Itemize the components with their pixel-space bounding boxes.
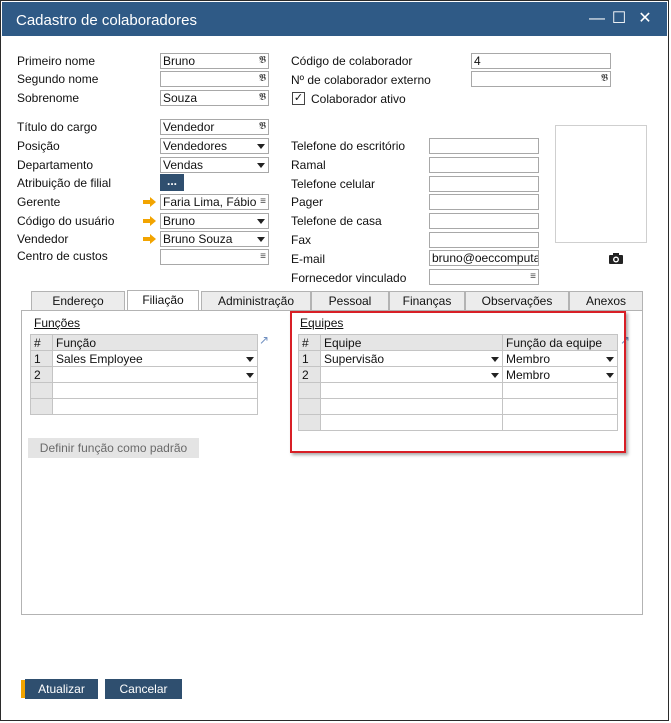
cancel-button[interactable]: Cancelar [105, 679, 182, 699]
expand-icon[interactable]: ↗ [259, 334, 269, 346]
link-arrow-icon[interactable] [143, 216, 156, 226]
table-row[interactable] [30, 398, 258, 415]
column-header: # [30, 334, 53, 351]
table-row[interactable] [30, 382, 258, 399]
home-phone-field[interactable] [429, 213, 539, 229]
external-employee-no-field[interactable]: 𝕭 [471, 71, 611, 87]
translate-icon[interactable]: 𝕭 [259, 91, 266, 105]
last-name-field[interactable]: Souza 𝕭 [160, 90, 269, 106]
translate-icon[interactable]: 𝕭 [601, 72, 608, 86]
tab-membership[interactable]: Filiação [127, 290, 199, 311]
sales-employee-dropdown[interactable]: Bruno Souza [160, 231, 269, 247]
extension-label: Ramal [291, 158, 326, 172]
branch-assignment-label: Atribuição de filial [17, 176, 112, 190]
office-phone-label: Telefone do escritório [291, 139, 406, 153]
roles-section-title: Funções [34, 316, 81, 330]
tab-personal[interactable]: Pessoal [311, 291, 389, 310]
highlight-box [290, 311, 626, 453]
employee-code-label: Código de colaborador [291, 54, 413, 68]
table-header-row: # Função [30, 334, 258, 351]
linked-vendor-field[interactable]: ≡ [429, 269, 539, 285]
row-number: 1 [30, 350, 53, 367]
mobile-phone-label: Telefone celular [291, 177, 376, 191]
employee-photo[interactable] [555, 125, 647, 243]
cost-center-label: Centro de custos [17, 249, 108, 263]
translate-icon[interactable]: 𝕭 [259, 54, 266, 68]
employee-master-window: Cadastro de colaboradores — ☐ ✕ Primeiro… [0, 0, 669, 721]
maximize-icon[interactable]: ☐ [608, 8, 630, 30]
camera-icon[interactable] [608, 252, 624, 265]
job-title-field[interactable]: Vendedor 𝕭 [160, 119, 269, 135]
tab-attachments[interactable]: Anexos [569, 291, 643, 310]
manager-label: Gerente [17, 195, 61, 209]
fax-field[interactable] [429, 232, 539, 248]
employee-code-field[interactable]: 4 [471, 53, 611, 69]
job-title-label: Título do cargo [17, 120, 98, 134]
window-title: Cadastro de colaboradores [16, 12, 197, 29]
linked-vendor-label: Fornecedor vinculado [291, 271, 407, 285]
table-row[interactable]: 2 [30, 366, 258, 383]
mobile-phone-field[interactable] [429, 176, 539, 192]
middle-name-field[interactable]: 𝕭 [160, 71, 269, 87]
column-header: Função [52, 334, 258, 351]
middle-name-label: Segundo nome [17, 72, 99, 86]
extension-field[interactable] [429, 157, 539, 173]
office-phone-field[interactable] [429, 138, 539, 154]
list-icon[interactable]: ≡ [260, 250, 266, 264]
role-cell[interactable] [52, 382, 258, 399]
user-code-dropdown[interactable]: Bruno [160, 213, 269, 229]
tab-strip: Endereço Filiação Administração Pessoal … [31, 290, 643, 311]
pager-field[interactable] [429, 194, 539, 210]
manager-field[interactable]: Faria Lima, Fábio ≡ [160, 194, 269, 210]
row-number [30, 398, 53, 415]
home-phone-label: Telefone de casa [291, 214, 382, 228]
translate-icon[interactable]: 𝕭 [259, 72, 266, 86]
first-name-label: Primeiro nome [17, 54, 96, 68]
list-icon[interactable]: ≡ [530, 270, 536, 284]
last-name-label: Sobrenome [17, 91, 80, 105]
list-icon[interactable]: ≡ [260, 195, 266, 209]
link-arrow-icon[interactable] [143, 197, 156, 207]
title-bar[interactable]: Cadastro de colaboradores — ☐ ✕ [2, 2, 667, 36]
department-label: Departamento [17, 158, 94, 172]
row-number: 2 [30, 366, 53, 383]
user-code-label: Código do usuário [17, 214, 115, 228]
tab-administration[interactable]: Administração [201, 291, 311, 310]
link-arrow-icon[interactable] [143, 234, 156, 244]
pager-label: Pager [291, 195, 324, 209]
external-employee-no-label: Nº de colaborador externo [291, 73, 431, 87]
set-default-role-button[interactable]: Definir função como padrão [28, 438, 199, 458]
close-icon[interactable]: ✕ [634, 8, 656, 30]
position-label: Posição [17, 139, 60, 153]
branch-assignment-button[interactable]: ... [160, 174, 184, 191]
email-field[interactable]: bruno@oeccomputa [429, 250, 539, 266]
role-cell[interactable]: Sales Employee [52, 350, 258, 367]
tab-remarks[interactable]: Observações [465, 291, 569, 310]
minimize-icon[interactable]: — [586, 8, 608, 30]
update-button[interactable]: Atualizar [25, 679, 98, 699]
roles-table: # Função 1 Sales Employee 2 [30, 334, 258, 415]
position-dropdown[interactable]: Vendedores [160, 138, 269, 154]
active-employee-label: Colaborador ativo [311, 92, 406, 106]
email-label: E-mail [291, 252, 326, 266]
department-dropdown[interactable]: Vendas [160, 157, 269, 173]
tab-finances[interactable]: Finanças [389, 291, 465, 310]
active-employee-checkbox[interactable]: ✓ [292, 92, 305, 105]
role-cell[interactable] [52, 398, 258, 415]
first-name-field[interactable]: Bruno 𝕭 [160, 53, 269, 69]
cost-center-field[interactable]: ≡ [160, 249, 269, 265]
row-number [30, 382, 53, 399]
fax-label: Fax [291, 233, 312, 247]
translate-icon[interactable]: 𝕭 [259, 120, 266, 134]
tab-address[interactable]: Endereço [31, 291, 125, 310]
sales-employee-label: Vendedor [17, 232, 69, 246]
role-cell[interactable] [52, 366, 258, 383]
table-row[interactable]: 1 Sales Employee [30, 350, 258, 367]
